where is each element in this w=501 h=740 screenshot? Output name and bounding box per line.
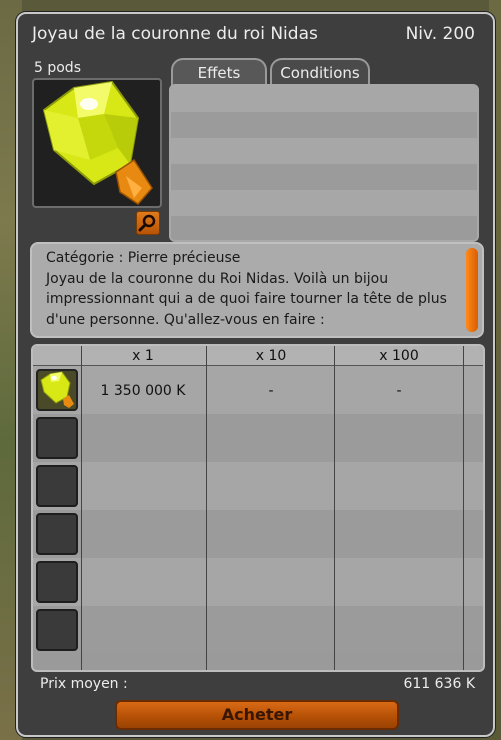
table-row	[33, 510, 483, 558]
item-name: Joyau de la couronne du roi Nidas	[32, 24, 318, 44]
item-panel: Joyau de la couronne du roi Nidas Niv. 2…	[16, 12, 495, 737]
price-x100[interactable]: -	[335, 383, 463, 399]
empty-slot	[36, 609, 78, 651]
price-table: x 1 x 10 x 100 1 350 000 K - -	[31, 344, 485, 672]
average-price-label: Prix moyen :	[40, 676, 128, 692]
table-row	[33, 606, 483, 654]
table-row	[33, 558, 483, 606]
scroll-thumb[interactable]	[466, 248, 478, 332]
item-description: Joyau de la couronne du Roi Nidas. Voilà…	[46, 270, 447, 328]
header-x100: x 100	[379, 348, 419, 364]
item-category: Catégorie : Pierre précieuse	[46, 250, 241, 266]
table-row	[33, 462, 483, 510]
description-box: Catégorie : Pierre précieuse Joyau de la…	[30, 242, 484, 338]
tab-effets[interactable]: Effets	[171, 58, 267, 86]
table-header: x 1 x 10 x 100	[33, 346, 483, 366]
description-scrollbar[interactable]	[466, 248, 478, 332]
average-price-value: 611 636 K	[403, 676, 475, 692]
effects-list	[169, 84, 479, 242]
row-item-slot[interactable]	[36, 369, 78, 411]
effects-row	[171, 112, 477, 138]
tab-conditions[interactable]: Conditions	[270, 58, 370, 86]
header-x10: x 10	[255, 348, 287, 364]
buy-button[interactable]: Acheter	[115, 700, 399, 730]
effects-row	[171, 190, 477, 216]
item-level: Niv. 200	[405, 24, 475, 44]
item-image-frame	[32, 78, 162, 208]
effects-row	[171, 86, 477, 112]
empty-slot	[36, 417, 78, 459]
column-divider	[463, 346, 464, 670]
zoom-button[interactable]	[136, 211, 160, 235]
empty-slot	[36, 561, 78, 603]
price-x1[interactable]: 1 350 000 K	[81, 383, 205, 399]
magnifier-icon	[138, 214, 156, 232]
empty-slot	[36, 465, 78, 507]
table-row	[33, 414, 483, 462]
header-x1: x 1	[132, 348, 154, 364]
item-pods: 5 pods	[34, 60, 81, 76]
empty-slot	[36, 513, 78, 555]
effects-row	[171, 138, 477, 164]
price-x10[interactable]: -	[207, 383, 335, 399]
effects-row	[171, 216, 477, 240]
gem-icon	[40, 371, 74, 408]
gem-icon	[42, 80, 153, 205]
effects-row	[171, 164, 477, 190]
